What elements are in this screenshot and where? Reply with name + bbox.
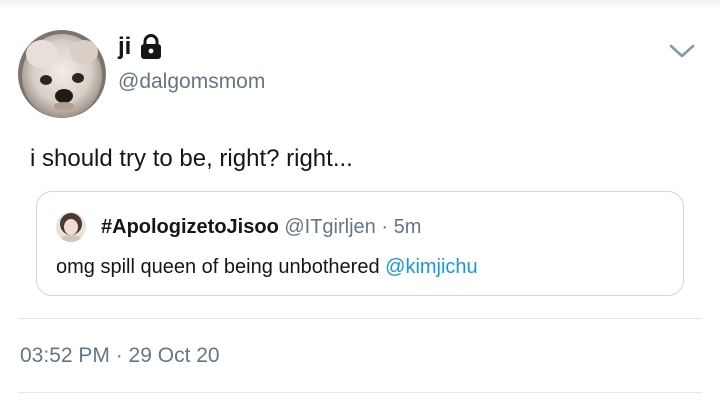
meta-separator: ·: [381, 216, 389, 238]
tweet-timestamp[interactable]: 03:52 PM · 29 Oct 20: [20, 342, 220, 370]
quoted-handle: @ITgirljen: [284, 216, 376, 238]
author-name-text[interactable]: ji: [118, 32, 131, 62]
tweet-text: i should try to be, right? right...: [30, 145, 353, 172]
author-avatar[interactable]: [18, 30, 106, 118]
quoted-display-name: #ApologizetoJisoo: [101, 216, 279, 238]
divider: [18, 392, 702, 393]
quoted-tweet-age: 5m: [393, 216, 422, 238]
author-display-name[interactable]: ji: [118, 32, 163, 62]
quoted-tweet-text: omg spill queen of being unbothered @kim…: [56, 253, 478, 281]
quoted-tweet-body: omg spill queen of being unbothered: [56, 256, 380, 278]
author-handle[interactable]: @dalgomsmom: [118, 68, 265, 96]
top-edge-shadow: [0, 0, 720, 10]
quoted-author-avatar: [56, 212, 86, 242]
quoted-tweet-card[interactable]: #ApologizetoJisoo @ITgirljen · 5m omg sp…: [36, 191, 684, 296]
chevron-down-icon[interactable]: [668, 40, 696, 62]
divider: [18, 318, 702, 319]
mention-link[interactable]: @kimjichu: [385, 256, 478, 278]
quoted-tweet-header: #ApologizetoJisoo @ITgirljen · 5m: [101, 213, 421, 241]
lock-icon: [139, 34, 163, 60]
